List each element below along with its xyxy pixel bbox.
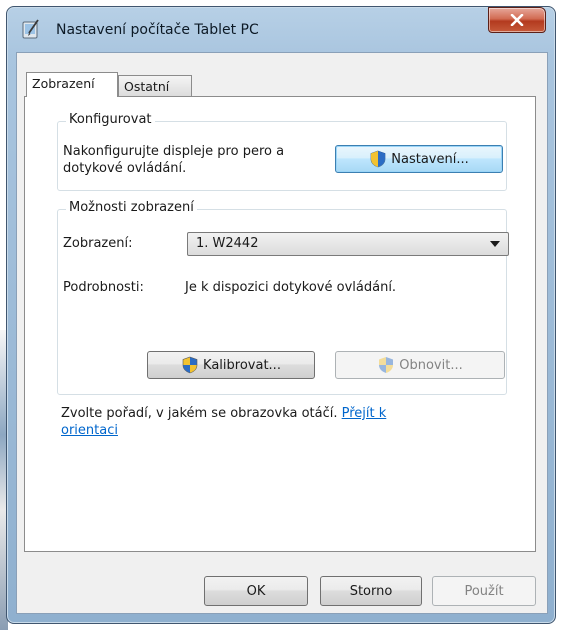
close-icon xyxy=(510,14,524,26)
chevron-down-icon xyxy=(490,241,500,247)
uac-shield-icon xyxy=(379,357,394,373)
display-options-group-title: Možnosti zobrazení xyxy=(66,200,197,215)
ok-button[interactable]: OK xyxy=(204,576,308,606)
orientation-description: Zvolte pořadí, v jakém se obrazovka otáč… xyxy=(61,406,338,421)
calibrate-button-label: Kalibrovat... xyxy=(203,357,281,373)
cancel-button-label: Storno xyxy=(349,583,393,599)
close-button[interactable] xyxy=(488,7,546,33)
orientation-text: Zvolte pořadí, v jakém se obrazovka otáč… xyxy=(61,405,481,422)
setup-button-label: Nastavení... xyxy=(391,151,469,167)
setup-button[interactable]: Nastavení... xyxy=(335,145,503,173)
ok-button-label: OK xyxy=(246,583,266,599)
tab-zobrazeni[interactable]: Zobrazení xyxy=(26,72,118,97)
configure-group-title: Konfigurovat xyxy=(66,112,155,127)
tab-ostatni[interactable]: Ostatní xyxy=(118,75,192,96)
window-title: Nastavení počítače Tablet PC xyxy=(56,22,259,38)
apply-button-label: Použít xyxy=(464,583,504,599)
tablet-pc-settings-icon xyxy=(20,18,42,40)
reset-button[interactable]: Obnovit... xyxy=(335,351,505,379)
display-label: Zobrazení: xyxy=(63,236,133,251)
calibrate-button[interactable]: Kalibrovat... xyxy=(147,351,315,379)
orientation-link-line2: orientaci xyxy=(61,422,118,439)
display-select-value: 1. W2442 xyxy=(196,236,259,251)
orientation-link-part1[interactable]: Přejít k xyxy=(342,406,387,421)
uac-shield-icon xyxy=(182,356,198,374)
reset-button-label: Obnovit... xyxy=(399,357,463,373)
uac-shield-icon xyxy=(370,150,386,168)
details-value: Je k dispozici dotykové ovládání. xyxy=(185,280,397,295)
apply-button[interactable]: Použít xyxy=(432,576,536,606)
configure-description-line1: Nakonfigurujte displeje pro pero a xyxy=(63,144,285,159)
tab-panel-zobrazeni: Konfigurovat Nakonfigurujte displeje pro… xyxy=(24,96,536,552)
display-select[interactable]: 1. W2442 xyxy=(187,232,509,256)
details-label: Podrobnosti: xyxy=(63,280,144,295)
orientation-link-part2[interactable]: orientaci xyxy=(61,423,118,438)
configure-description-line2: dotykové ovládání. xyxy=(63,161,187,176)
cancel-button[interactable]: Storno xyxy=(320,576,422,606)
